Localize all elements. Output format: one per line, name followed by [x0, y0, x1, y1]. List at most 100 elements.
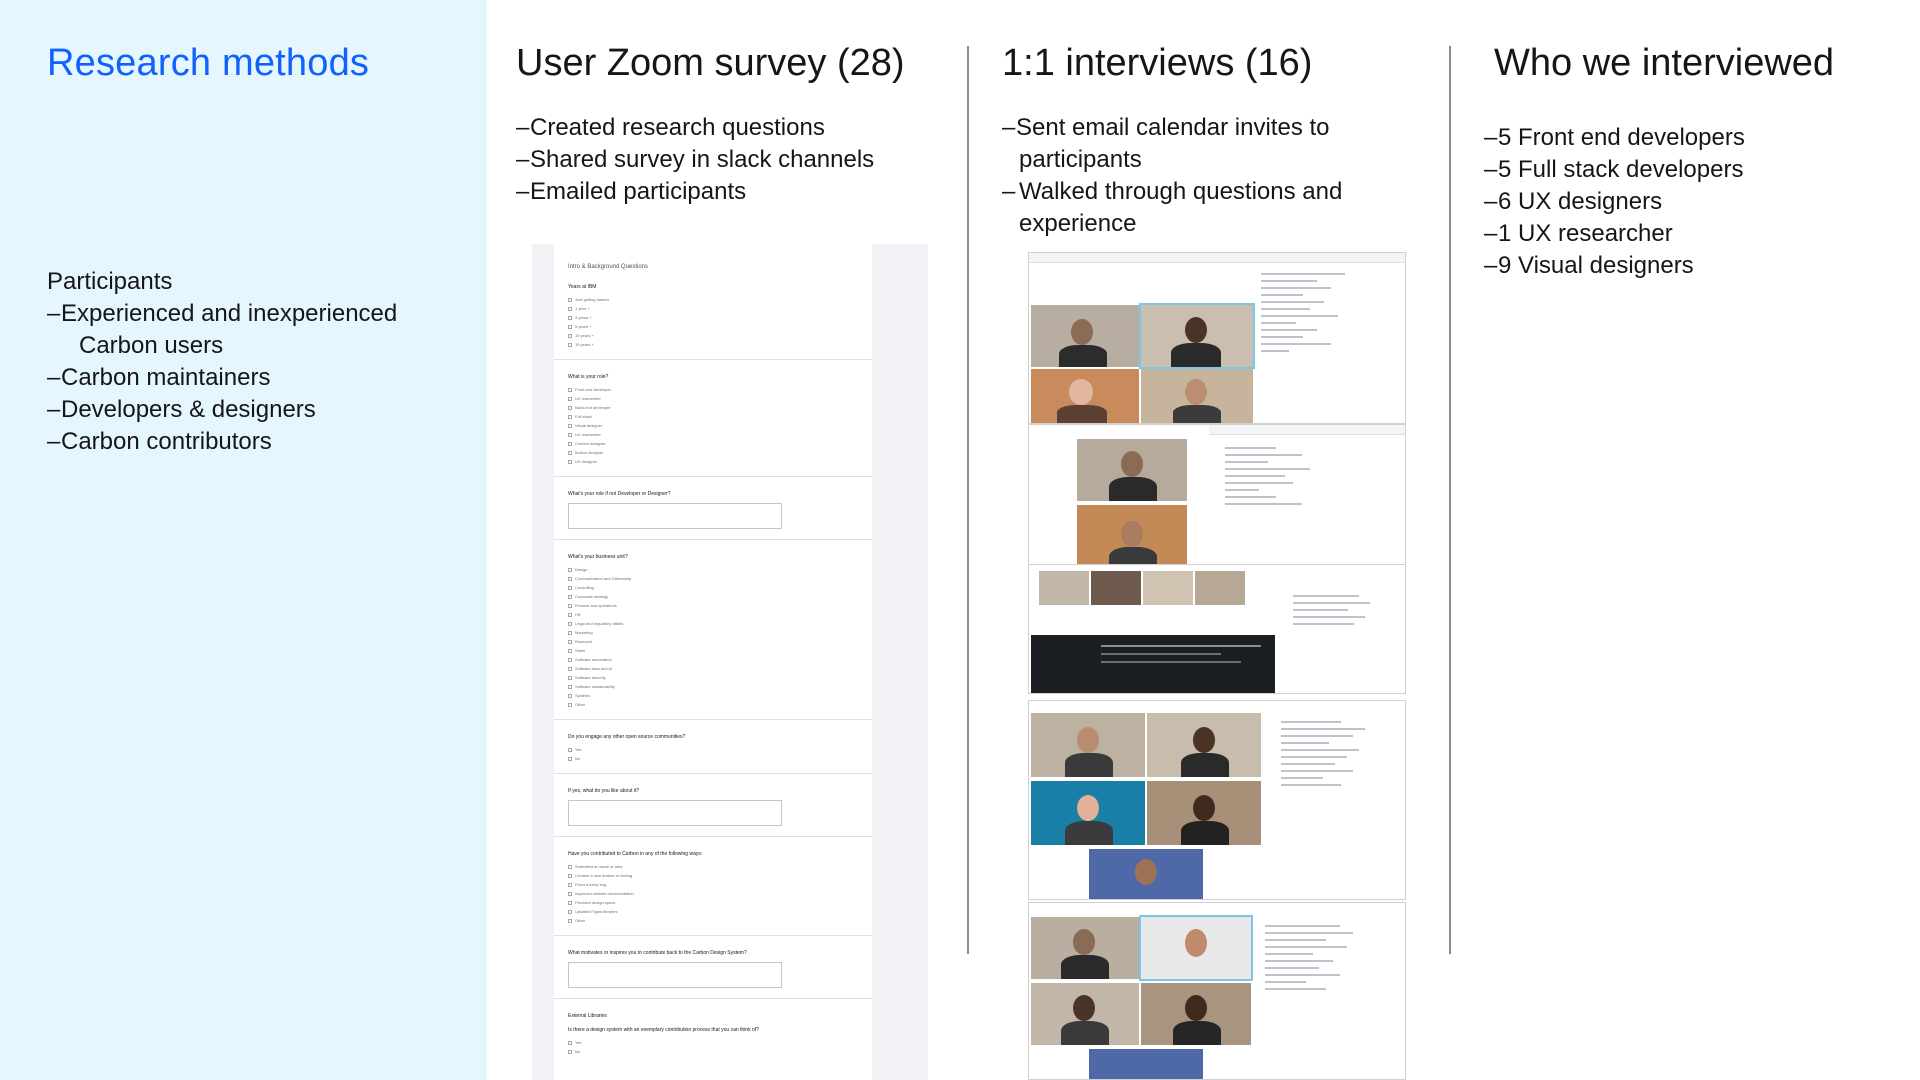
- survey-option-label: No: [575, 1049, 581, 1054]
- checkbox-icon[interactable]: [568, 684, 572, 689]
- checkbox-icon[interactable]: [568, 648, 572, 653]
- survey-option[interactable]: Fixed a tricky bug: [568, 880, 858, 889]
- checkbox-icon[interactable]: [568, 450, 572, 455]
- checkbox-icon[interactable]: [568, 333, 572, 338]
- survey-text-input[interactable]: [568, 503, 782, 529]
- checkbox-icon[interactable]: [568, 297, 572, 302]
- checkbox-icon[interactable]: [568, 702, 572, 707]
- survey-option[interactable]: Just getting started: [568, 295, 858, 304]
- survey-option[interactable]: Software data and AI: [568, 664, 858, 673]
- checkbox-icon[interactable]: [568, 432, 572, 437]
- survey-option[interactable]: Corporate strategy: [568, 592, 858, 601]
- survey-option[interactable]: No: [568, 754, 858, 763]
- checkbox-icon[interactable]: [568, 666, 572, 671]
- checkbox-icon[interactable]: [568, 756, 572, 761]
- checkbox-icon[interactable]: [568, 612, 572, 617]
- checkbox-icon[interactable]: [568, 594, 572, 599]
- checkbox-icon[interactable]: [568, 639, 572, 644]
- checkbox-icon[interactable]: [568, 585, 572, 590]
- survey-option-label: 3 years +: [575, 315, 592, 320]
- checkbox-icon[interactable]: [568, 621, 572, 626]
- checkbox-icon[interactable]: [568, 873, 572, 878]
- survey-option-label: UX researcher: [575, 396, 601, 401]
- checkbox-icon[interactable]: [568, 405, 572, 410]
- survey-option[interactable]: Sales: [568, 646, 858, 655]
- checkbox-icon[interactable]: [568, 891, 572, 896]
- checkbox-icon[interactable]: [568, 882, 572, 887]
- checkbox-icon[interactable]: [568, 630, 572, 635]
- survey-option[interactable]: Improved website documentation: [568, 889, 858, 898]
- survey-option[interactable]: Yes: [568, 1038, 858, 1047]
- survey-option[interactable]: Software automation: [568, 655, 858, 664]
- checkbox-icon[interactable]: [568, 864, 572, 869]
- interview-item: Walked through questions and: [1002, 176, 1342, 208]
- survey-option[interactable]: Design: [568, 565, 858, 574]
- checkbox-icon[interactable]: [568, 441, 572, 446]
- survey-option[interactable]: Software security: [568, 673, 858, 682]
- video-tile-active: [1139, 303, 1255, 369]
- survey-option[interactable]: Created a new feature or fix/bug: [568, 871, 858, 880]
- survey-text-input[interactable]: [568, 962, 782, 988]
- checkbox-icon[interactable]: [568, 567, 572, 572]
- survey-option[interactable]: Consulting: [568, 583, 858, 592]
- survey-option-label: Full stack: [575, 414, 592, 419]
- survey-option[interactable]: UX designer: [568, 457, 858, 466]
- survey-option[interactable]: Finance and operations: [568, 601, 858, 610]
- survey-option[interactable]: HR: [568, 610, 858, 619]
- checkbox-icon[interactable]: [568, 603, 572, 608]
- checkbox-icon[interactable]: [568, 315, 572, 320]
- survey-option[interactable]: UX researcher: [568, 394, 858, 403]
- survey-question: Years at IBM: [568, 284, 597, 290]
- survey-option-label: Corporate strategy: [575, 594, 609, 599]
- checkbox-icon[interactable]: [568, 1049, 572, 1054]
- survey-option[interactable]: Other: [568, 916, 858, 925]
- checkbox-icon[interactable]: [568, 459, 572, 464]
- checkbox-icon[interactable]: [568, 675, 572, 680]
- survey-option[interactable]: Other: [568, 700, 858, 709]
- survey-option[interactable]: Front-end developer: [568, 385, 858, 394]
- survey-option[interactable]: 1 year +: [568, 304, 858, 313]
- checkbox-icon[interactable]: [568, 1040, 572, 1045]
- survey-option[interactable]: 15 years +: [568, 340, 858, 349]
- survey-option[interactable]: No: [568, 1047, 858, 1056]
- survey-option[interactable]: Full stack: [568, 412, 858, 421]
- checkbox-icon[interactable]: [568, 693, 572, 698]
- survey-option-label: Sales: [575, 648, 586, 653]
- survey-option[interactable]: Submitted an issue or idea: [568, 862, 858, 871]
- survey-option[interactable]: UX researcher: [568, 430, 858, 439]
- survey-question: Have you contributed to Carbon in any of…: [568, 851, 703, 857]
- checkbox-icon[interactable]: [568, 387, 572, 392]
- checkbox-icon[interactable]: [568, 306, 572, 311]
- survey-option[interactable]: Motion designer: [568, 448, 858, 457]
- checkbox-icon[interactable]: [568, 747, 572, 752]
- survey-option[interactable]: 5 years +: [568, 322, 858, 331]
- checkbox-icon[interactable]: [568, 909, 572, 914]
- participants-heading: Participants: [47, 268, 173, 295]
- survey-option[interactable]: Software sustainability: [568, 682, 858, 691]
- survey-option[interactable]: Yes: [568, 745, 858, 754]
- survey-option[interactable]: Updated Figma libraries: [568, 907, 858, 916]
- checkbox-icon[interactable]: [568, 396, 572, 401]
- survey-option[interactable]: Systems: [568, 691, 858, 700]
- checkbox-icon[interactable]: [568, 423, 572, 428]
- survey-option[interactable]: Communication and Citizenship: [568, 574, 858, 583]
- survey-option[interactable]: Marketing: [568, 628, 858, 637]
- survey-option[interactable]: Back-end developer: [568, 403, 858, 412]
- survey-option[interactable]: Research: [568, 637, 858, 646]
- checkbox-icon[interactable]: [568, 900, 572, 905]
- survey-section-heading: Intro & Background Questions: [568, 264, 649, 270]
- survey-option[interactable]: 3 years +: [568, 313, 858, 322]
- survey-option[interactable]: Visual designer: [568, 421, 858, 430]
- survey-option[interactable]: Content designer: [568, 439, 858, 448]
- checkbox-icon[interactable]: [568, 414, 572, 419]
- checkbox-icon[interactable]: [568, 657, 572, 662]
- checkbox-icon[interactable]: [568, 576, 572, 581]
- checkbox-icon[interactable]: [568, 324, 572, 329]
- checkbox-icon[interactable]: [568, 918, 572, 923]
- checkbox-icon[interactable]: [568, 342, 572, 347]
- video-thumb: [1143, 571, 1193, 605]
- survey-option[interactable]: Provided design specs: [568, 898, 858, 907]
- survey-option[interactable]: 10 years +: [568, 331, 858, 340]
- survey-text-input[interactable]: [568, 800, 782, 826]
- survey-option[interactable]: Legal and regulatory affairs: [568, 619, 858, 628]
